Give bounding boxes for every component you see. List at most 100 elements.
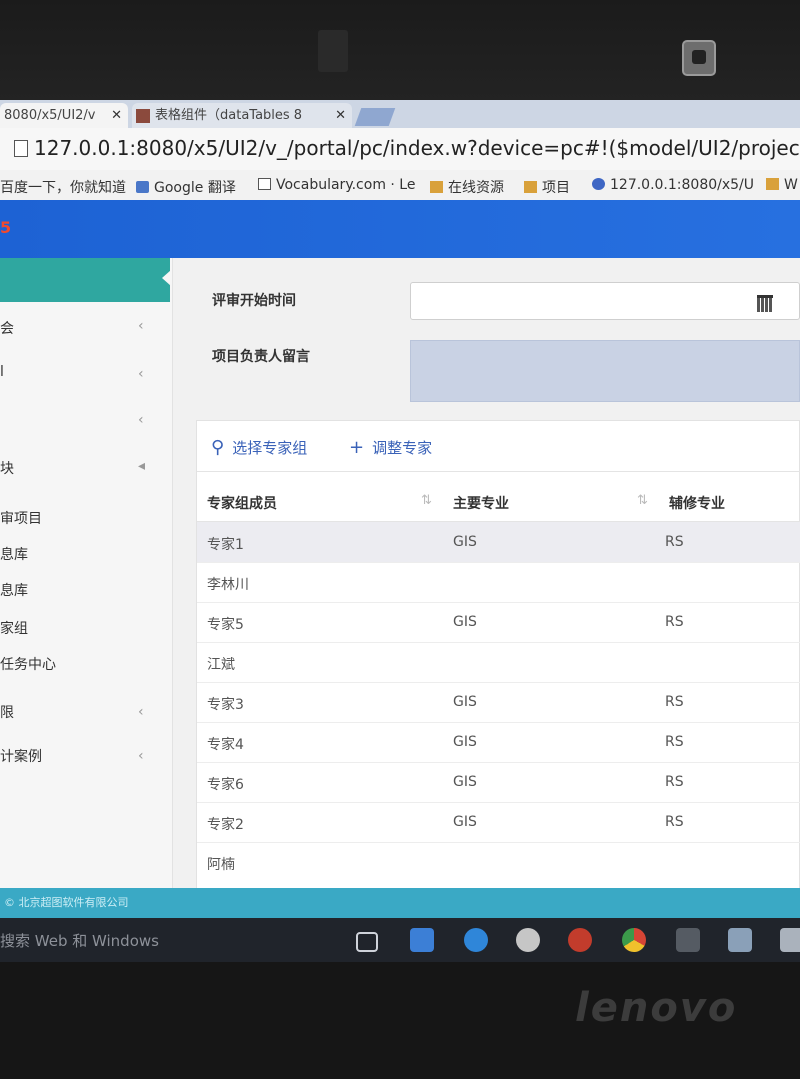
sidebar: 会 ‹ l ‹ ‹ 块 ◂ 审项目 息库 息库 家组 任务中心 限 ‹ 计案例 … <box>0 258 173 888</box>
table-row[interactable]: 阿楠 <box>197 842 800 882</box>
browser-tab-1[interactable]: 8080/x5/UI2/v ✕ <box>0 103 128 128</box>
sidebar-item[interactable]: 块 <box>0 458 14 478</box>
bookmark-w[interactable]: W <box>766 177 798 193</box>
table-row[interactable]: 专家1 GIS RS <box>197 522 800 563</box>
plus-icon: + <box>349 437 365 458</box>
adjust-expert-button[interactable]: + 调整专家 <box>349 437 432 458</box>
chevron-left-icon[interactable]: ‹ <box>138 704 144 720</box>
google-translate-icon <box>136 181 149 193</box>
cell-minor: RS <box>665 774 684 790</box>
webcam <box>318 30 348 72</box>
cell-minor: RS <box>665 694 684 710</box>
sidebar-item-cases[interactable]: 计案例 <box>0 746 42 766</box>
sort-icon[interactable]: ⇅ <box>637 493 648 508</box>
bookmark-baidu[interactable]: 百度一下，你就知道 <box>0 177 126 197</box>
table-row[interactable]: 李林川 <box>197 562 800 603</box>
start-time-input[interactable] <box>410 282 800 320</box>
sidebar-item-info-db-1[interactable]: 息库 <box>0 544 28 564</box>
sort-icon[interactable]: ⇅ <box>421 493 432 508</box>
tab-title: 8080/x5/UI2/v <box>4 108 96 123</box>
task-view-icon[interactable] <box>356 932 378 952</box>
page-icon <box>258 178 271 190</box>
cell-minor: RS <box>665 734 684 750</box>
cell-member: 专家4 <box>207 737 244 753</box>
chevron-left-icon[interactable]: ‹ <box>138 366 144 382</box>
sidebar-item[interactable]: 会 <box>0 318 14 338</box>
caret-left-icon[interactable]: ◂ <box>138 458 145 474</box>
sidebar-item-expert-group[interactable]: 家组 <box>0 618 28 638</box>
explorer-icon[interactable] <box>728 928 752 952</box>
address-bar[interactable]: 127.0.0.1:8080/x5/UI2/v_/portal/pc/index… <box>0 128 800 171</box>
app-footer: © 北京超图软件有限公司 <box>0 888 800 918</box>
cell-member: 专家2 <box>207 817 244 833</box>
table-row[interactable]: 专家4 GIS RS <box>197 722 800 763</box>
globe-icon <box>592 178 605 190</box>
cell-member: 专家6 <box>207 777 244 793</box>
calendar-icon[interactable] <box>757 295 773 312</box>
cell-major: GIS <box>453 814 477 830</box>
chevron-left-icon[interactable]: ‹ <box>138 318 144 334</box>
url-text[interactable]: 127.0.0.1:8080/x5/UI2/v_/portal/pc/index… <box>34 136 800 160</box>
cell-major: GIS <box>453 534 477 550</box>
app-icon[interactable] <box>516 928 540 952</box>
cell-member: 专家5 <box>207 617 244 633</box>
close-icon[interactable]: ✕ <box>111 103 122 128</box>
cell-member: 李林川 <box>207 577 249 593</box>
new-tab-button[interactable] <box>354 108 396 126</box>
app-logo: 5 <box>0 218 12 237</box>
leader-message-label: 项目负责人留言 <box>212 349 310 365</box>
taskbar-search[interactable]: 搜索 Web 和 Windows <box>0 930 159 951</box>
cell-minor: RS <box>665 614 684 630</box>
opera-icon[interactable] <box>568 928 592 952</box>
cell-member: 专家3 <box>207 697 244 713</box>
cell-major: GIS <box>453 694 477 710</box>
bookmark-google-translate[interactable]: Google 翻译 <box>136 177 236 197</box>
sidebar-item-task-center[interactable]: 任务中心 <box>0 654 56 674</box>
bookmark-localhost[interactable]: 127.0.0.1:8080/x5/U <box>592 177 754 193</box>
app-icon[interactable] <box>780 928 800 952</box>
chevron-left-icon[interactable]: ‹ <box>138 412 144 428</box>
sidebar-item-info-db-2[interactable]: 息库 <box>0 580 28 600</box>
cell-major: GIS <box>453 734 477 750</box>
folder-icon <box>430 181 443 193</box>
cell-minor: RS <box>665 534 684 550</box>
lenovo-logo: lenovo <box>575 985 738 1031</box>
column-header[interactable]: 辅修专业 <box>669 493 725 513</box>
bookmark-project[interactable]: 项目 <box>524 177 570 197</box>
close-icon[interactable]: ✕ <box>335 103 346 128</box>
browser-tab-2[interactable]: 表格组件（dataTables 8 ✕ <box>132 103 352 128</box>
table-row[interactable]: 专家3 GIS RS <box>197 682 800 723</box>
edge-icon[interactable] <box>464 928 488 952</box>
cell-major: GIS <box>453 614 477 630</box>
store-icon[interactable] <box>410 928 434 952</box>
bookmark-vocabulary[interactable]: Vocabulary.com · Le <box>258 177 415 193</box>
folder-icon <box>524 181 537 193</box>
webcam-indicator <box>682 40 716 76</box>
windows-taskbar: 搜索 Web 和 Windows <box>0 918 800 962</box>
select-group-button[interactable]: ⚲ 选择专家组 <box>211 437 307 458</box>
search-icon: ⚲ <box>211 437 225 458</box>
photos-icon[interactable] <box>676 928 700 952</box>
sidebar-item-review-project[interactable]: 审项目 <box>0 508 42 528</box>
table-row[interactable]: 专家6 GIS RS <box>197 762 800 803</box>
cell-member: 专家1 <box>207 537 244 553</box>
table-row[interactable]: 专家2 GIS RS <box>197 802 800 843</box>
main-content: 评审开始时间 项目负责人留言 ⚲ 选择专家组 + 调整专家 专家组成员 ⇅ 主要专业… <box>196 258 800 890</box>
sidebar-item[interactable]: l <box>0 364 4 380</box>
laptop-bezel-top <box>0 0 800 100</box>
table-row[interactable]: 江斌 <box>197 642 800 683</box>
sidebar-item-permission[interactable]: 限 <box>0 702 14 722</box>
browser-tab-strip: 8080/x5/UI2/v ✕ 表格组件（dataTables 8 ✕ <box>0 100 800 128</box>
table-row[interactable]: 专家5 GIS RS <box>197 602 800 643</box>
chrome-icon[interactable] <box>622 928 646 952</box>
tab-title: 表格组件（dataTables 8 <box>155 108 303 123</box>
column-header[interactable]: 专家组成员 <box>207 493 277 513</box>
column-header[interactable]: 主要专业 <box>453 493 509 513</box>
app-header: 5 <box>0 200 800 258</box>
chevron-left-icon[interactable]: ‹ <box>138 748 144 764</box>
bookmark-online-resources[interactable]: 在线资源 <box>430 177 504 197</box>
folder-icon <box>766 178 779 190</box>
grid-toolbar: ⚲ 选择专家组 + 调整专家 <box>197 421 800 472</box>
tab-favicon-icon <box>136 108 150 123</box>
leader-message-textarea[interactable] <box>410 340 800 402</box>
